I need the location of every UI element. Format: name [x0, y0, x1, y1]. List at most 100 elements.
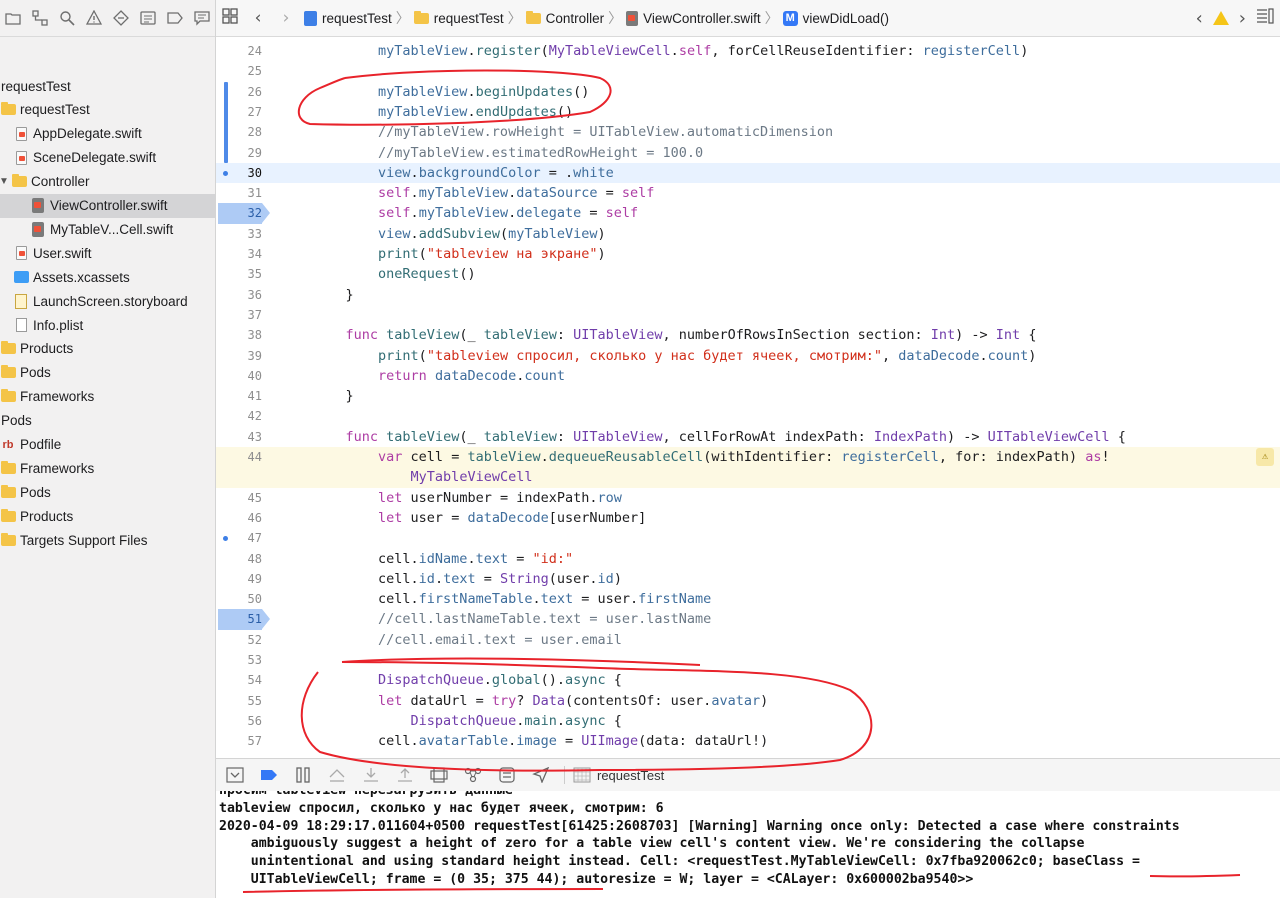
line-number[interactable]: 48	[216, 549, 262, 569]
code-line[interactable]: 55 let dataUrl = try? Data(contentsOf: u…	[216, 691, 1280, 711]
source-change-bar[interactable]	[224, 81, 228, 163]
report-message-icon[interactable]	[188, 0, 215, 36]
navigator-item[interactable]: requestTest	[0, 98, 215, 122]
line-number[interactable]: 40	[216, 366, 262, 386]
code-line[interactable]: 57 cell.avatarTable.image = UIImage(data…	[216, 731, 1280, 751]
breakpoints-toggle-icon[interactable]	[252, 760, 286, 790]
code-line[interactable]: 45 let userNumber = indexPath.row	[216, 488, 1280, 508]
code-line[interactable]: 31 self.myTableView.dataSource = self	[216, 183, 1280, 203]
next-issue-chevron-icon[interactable]: ›	[1239, 8, 1246, 29]
code-line[interactable]: 25	[216, 61, 1280, 81]
code-line[interactable]: 50 cell.firstNameTable.text = user.first…	[216, 589, 1280, 609]
navigator-item[interactable]: Assets.xcassets	[0, 265, 215, 289]
navigator-item[interactable]: Targets Support Files	[0, 528, 215, 552]
code-line[interactable]: 46 let user = dataDecode[userNumber]	[216, 508, 1280, 528]
folder-icon[interactable]	[0, 0, 27, 36]
line-number[interactable]: 53	[216, 650, 262, 670]
line-number[interactable]: 39	[216, 346, 262, 366]
navigator-item[interactable]: rb Podfile	[0, 433, 215, 457]
line-number[interactable]: 45	[216, 488, 262, 508]
line-number[interactable]: 36	[216, 285, 262, 305]
line-number[interactable]: 41	[216, 386, 262, 406]
test-diamond-icon[interactable]	[108, 0, 135, 36]
code-line[interactable]: 42	[216, 406, 1280, 426]
simulate-location-icon[interactable]	[524, 760, 558, 790]
warning-icon[interactable]	[1212, 11, 1229, 25]
code-line[interactable]: 27 myTableView.endUpdates()	[216, 102, 1280, 122]
breakpoint-tag-icon[interactable]	[161, 0, 188, 36]
crumb-method[interactable]: M viewDidLoad()	[782, 10, 889, 26]
navigator-item[interactable]: Info.plist	[0, 313, 215, 337]
code-line[interactable]: 52 //cell.email.text = user.email	[216, 630, 1280, 650]
navigator-item[interactable]: Products	[0, 504, 215, 528]
crumb-group[interactable]: requestTest	[413, 10, 504, 26]
navigator-item[interactable]: AppDelegate.swift	[0, 122, 215, 146]
line-number[interactable]: 26	[216, 82, 262, 102]
navigator-item[interactable]: ▼ Controller	[0, 170, 215, 194]
crumb-controller[interactable]: Controller	[525, 10, 604, 26]
back-chevron-icon[interactable]: ‹	[244, 8, 272, 28]
code-line[interactable]: 36 }	[216, 285, 1280, 305]
memory-graph-icon[interactable]	[456, 760, 490, 790]
line-number[interactable]: 27	[216, 102, 262, 122]
code-line[interactable]: 35 oneRequest()	[216, 264, 1280, 284]
code-line[interactable]: 32 self.myTableView.delegate = self	[216, 203, 1280, 224]
warning-marker-icon[interactable]: ⚠	[1256, 448, 1274, 466]
navigator-item[interactable]: ViewController.swiftM	[0, 193, 215, 218]
line-number[interactable]: 57	[216, 731, 262, 751]
step-into-icon[interactable]	[354, 760, 388, 790]
code-line[interactable]: 49 cell.id.text = String(user.id)	[216, 569, 1280, 589]
line-number[interactable]: 29	[216, 143, 262, 163]
navigator-item[interactable]: LaunchScreen.storyboard	[0, 289, 215, 313]
thread-grid-icon[interactable]	[571, 760, 593, 790]
code-line[interactable]: 48 cell.idName.text = "id:"	[216, 549, 1280, 569]
source-editor[interactable]: 24 myTableView.register(MyTableViewCell.…	[216, 37, 1280, 758]
line-number[interactable]: 42	[216, 406, 262, 426]
navigator-item[interactable]: Frameworks	[0, 456, 215, 480]
environment-overrides-icon[interactable]	[490, 760, 524, 790]
code-line[interactable]: 53	[216, 650, 1280, 670]
navigator-item[interactable]: Products	[0, 337, 215, 361]
code-line[interactable]: 41 }	[216, 386, 1280, 406]
code-line[interactable]: 44 var cell = tableView.dequeueReusableC…	[216, 447, 1280, 468]
navigator-item[interactable]: Pods	[0, 409, 215, 433]
editor-options-icon[interactable]	[1256, 7, 1274, 29]
line-number[interactable]: 38	[216, 325, 262, 345]
code-line[interactable]: 54 DispatchQueue.global().async {	[216, 670, 1280, 690]
line-number[interactable]: 31	[216, 183, 262, 203]
line-number[interactable]: 55	[216, 691, 262, 711]
crumb-file[interactable]: ViewController.swift	[626, 10, 761, 26]
navigator-item[interactable]: Frameworks	[0, 385, 215, 409]
debug-target-label[interactable]: requestTest	[597, 768, 664, 783]
line-number[interactable]: 51	[218, 609, 262, 630]
line-number[interactable]: 52	[216, 630, 262, 650]
forward-chevron-icon[interactable]: ›	[272, 8, 300, 28]
line-number[interactable]: 28	[216, 122, 262, 142]
code-line[interactable]: 51 //cell.lastNameTable.text = user.last…	[216, 609, 1280, 630]
line-number[interactable]: 54	[216, 670, 262, 690]
navigator-item[interactable]: Pods	[0, 480, 215, 504]
line-number[interactable]: 35	[216, 264, 262, 284]
line-number[interactable]: 50	[216, 589, 262, 609]
line-number[interactable]: 33	[216, 224, 262, 244]
code-line[interactable]: 24 myTableView.register(MyTableViewCell.…	[216, 41, 1280, 61]
line-number[interactable]: 34	[216, 244, 262, 264]
navigator-item[interactable]: Pods	[0, 361, 215, 385]
line-number[interactable]: 24	[216, 41, 262, 61]
code-line[interactable]: 38 func tableView(_ tableView: UITableVi…	[216, 325, 1280, 345]
code-line[interactable]: 56 DispatchQueue.main.async {	[216, 711, 1280, 731]
code-line[interactable]: 28 //myTableView.rowHeight = UITableView…	[216, 122, 1280, 142]
search-icon[interactable]	[54, 0, 81, 36]
code-line[interactable]: 37	[216, 305, 1280, 325]
pause-icon[interactable]	[286, 760, 320, 790]
code-line[interactable]: 47	[216, 528, 1280, 548]
console-output[interactable]: просим tableview перезагрузить данныеtab…	[216, 791, 1280, 898]
code-line[interactable]: 43 func tableView(_ tableView: UITableVi…	[216, 427, 1280, 447]
step-out-icon[interactable]	[388, 760, 422, 790]
grid-icon[interactable]	[216, 8, 244, 28]
step-over-icon[interactable]	[320, 760, 354, 790]
line-number[interactable]: 43	[216, 427, 262, 447]
code-line[interactable]: 33 view.addSubview(myTableView)	[216, 224, 1280, 244]
line-number[interactable]: 44	[216, 447, 262, 467]
disclosure-triangle-icon[interactable]: ▼	[0, 176, 11, 187]
